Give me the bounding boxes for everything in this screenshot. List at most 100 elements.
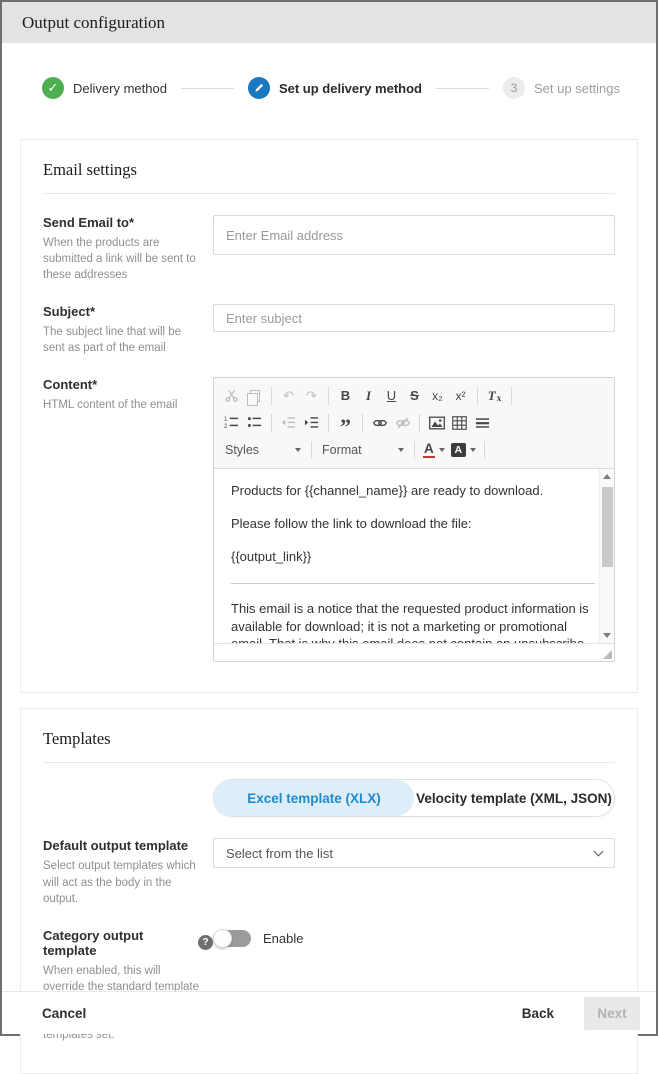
- styles-dropdown-label: Styles: [225, 443, 259, 457]
- editor-scrollbar[interactable]: [599, 469, 614, 643]
- undo-icon[interactable]: ↶: [277, 384, 300, 407]
- format-dropdown[interactable]: Format: [317, 438, 409, 461]
- stepper-connector: [436, 88, 489, 89]
- toolbar-separator: [271, 387, 272, 405]
- editor-body[interactable]: Products for {{channel_name}} are ready …: [214, 469, 614, 643]
- toolbar-separator: [328, 387, 329, 405]
- enable-toggle[interactable]: [213, 930, 251, 947]
- link-icon[interactable]: [368, 411, 391, 434]
- superscript-button[interactable]: x²: [449, 384, 472, 407]
- field-help: The subject line that will be sent as pa…: [43, 324, 213, 356]
- subject-row: Subject* The subject line that will be s…: [43, 304, 615, 356]
- remove-format-sub: x: [497, 393, 502, 403]
- step-label: Set up delivery method: [279, 81, 422, 96]
- subscript-button[interactable]: x₂: [426, 384, 449, 407]
- field-help: Select output templates which will act a…: [43, 858, 213, 906]
- image-icon[interactable]: [425, 411, 448, 434]
- output-configuration-dialog: Output configuration ✓ Delivery method S…: [2, 2, 656, 1074]
- section-heading: Email settings: [43, 160, 615, 180]
- chevron-down-icon: [439, 448, 445, 452]
- tab-velocity-template[interactable]: Velocity template (XML, JSON): [414, 780, 614, 816]
- stepper-connector: [181, 88, 234, 89]
- remove-format-button[interactable]: Tx: [483, 384, 506, 407]
- step-delivery-method[interactable]: ✓ Delivery method: [42, 77, 167, 99]
- cancel-button[interactable]: Cancel: [42, 1006, 86, 1021]
- numbered-list-icon[interactable]: 12: [220, 411, 243, 434]
- toolbar-separator: [311, 441, 312, 459]
- chevron-down-icon: [295, 448, 301, 452]
- toolbar-row-2: 12 ”: [220, 409, 608, 436]
- blockquote-icon[interactable]: ”: [334, 411, 357, 434]
- increase-indent-icon[interactable]: [300, 411, 323, 434]
- unlink-icon[interactable]: [391, 411, 414, 434]
- resize-handle-icon[interactable]: [603, 650, 612, 659]
- scroll-down-icon[interactable]: [603, 633, 611, 638]
- field-label-block: Subject* The subject line that will be s…: [43, 304, 213, 356]
- editor-paragraph: {{output_link}}: [231, 548, 595, 566]
- table-icon[interactable]: [448, 411, 471, 434]
- editor-paragraph: Products for {{channel_name}} are ready …: [231, 482, 595, 500]
- field-label: Category output template: [43, 928, 189, 958]
- editor-footer: [214, 643, 614, 661]
- copy-icon[interactable]: [243, 384, 266, 407]
- help-icon[interactable]: ?: [198, 935, 213, 950]
- subject-input[interactable]: [213, 304, 615, 332]
- field-label-block: Default output template Select output te…: [43, 838, 213, 906]
- decrease-indent-icon[interactable]: [277, 411, 300, 434]
- field-label: Content*: [43, 377, 213, 392]
- remove-format-main: T: [488, 388, 496, 404]
- horizontal-rule-icon[interactable]: [471, 411, 494, 434]
- redo-icon[interactable]: ↷: [300, 384, 323, 407]
- footer-right-group: Back Next: [522, 997, 640, 1030]
- tab-excel-template[interactable]: Excel template (XLX): [214, 780, 414, 816]
- styles-dropdown[interactable]: Styles: [220, 438, 306, 461]
- field-label: Send Email to*: [43, 215, 213, 230]
- editor-content[interactable]: Products for {{channel_name}} are ready …: [214, 469, 599, 643]
- step-setup-settings: 3 Set up settings: [503, 77, 620, 99]
- back-button[interactable]: Back: [522, 1006, 554, 1021]
- toolbar-separator: [271, 414, 272, 432]
- strikethrough-button[interactable]: S: [403, 384, 426, 407]
- content-row: Content* HTML content of the email ↶ ↷: [43, 377, 615, 662]
- step-setup-delivery-method[interactable]: Set up delivery method: [248, 77, 422, 99]
- toolbar-separator: [419, 414, 420, 432]
- dialog-titlebar: Output configuration: [2, 2, 656, 43]
- toggle-knob: [213, 929, 232, 948]
- toolbar-separator: [484, 441, 485, 459]
- toggle-label: Enable: [263, 931, 303, 946]
- italic-button[interactable]: I: [357, 384, 380, 407]
- toolbar-separator: [362, 414, 363, 432]
- text-color-label: A: [423, 441, 435, 458]
- underline-button[interactable]: U: [380, 384, 403, 407]
- format-dropdown-label: Format: [322, 443, 362, 457]
- background-color-label: A: [451, 443, 466, 457]
- step-number: 3: [503, 77, 525, 99]
- cut-icon[interactable]: [220, 384, 243, 407]
- section-heading: Templates: [43, 729, 615, 749]
- default-output-template-select[interactable]: Select from the list: [213, 838, 615, 868]
- text-color-button[interactable]: A: [420, 438, 448, 461]
- editor-horizontal-rule: [231, 583, 595, 584]
- section-divider: [43, 762, 615, 763]
- category-template-toggle-row: Enable: [213, 928, 615, 947]
- step-label: Delivery method: [73, 81, 167, 96]
- field-label-block: Send Email to* When the products are sub…: [43, 215, 213, 283]
- toolbar-separator: [414, 441, 415, 459]
- bulleted-list-icon[interactable]: [243, 411, 266, 434]
- bold-button[interactable]: B: [334, 384, 357, 407]
- scroll-up-icon[interactable]: [603, 474, 611, 479]
- scrollbar-thumb[interactable]: [602, 487, 613, 567]
- email-address-input[interactable]: [213, 215, 615, 255]
- editor-paragraph: Please follow the link to download the f…: [231, 515, 595, 533]
- default-output-template-row: Default output template Select output te…: [43, 838, 615, 906]
- toolbar-row-1: ↶ ↷ B I U S x₂ x² Tx: [220, 382, 608, 409]
- select-value: Select from the list: [226, 846, 333, 861]
- svg-text:2: 2: [224, 424, 228, 431]
- field-help: HTML content of the email: [43, 397, 213, 413]
- background-color-button[interactable]: A: [448, 438, 479, 461]
- toolbar-separator: [511, 387, 512, 405]
- next-button[interactable]: Next: [584, 997, 640, 1030]
- tabs-spacer: [43, 779, 213, 817]
- section-divider: [43, 193, 615, 194]
- field-label-block: Content* HTML content of the email: [43, 377, 213, 413]
